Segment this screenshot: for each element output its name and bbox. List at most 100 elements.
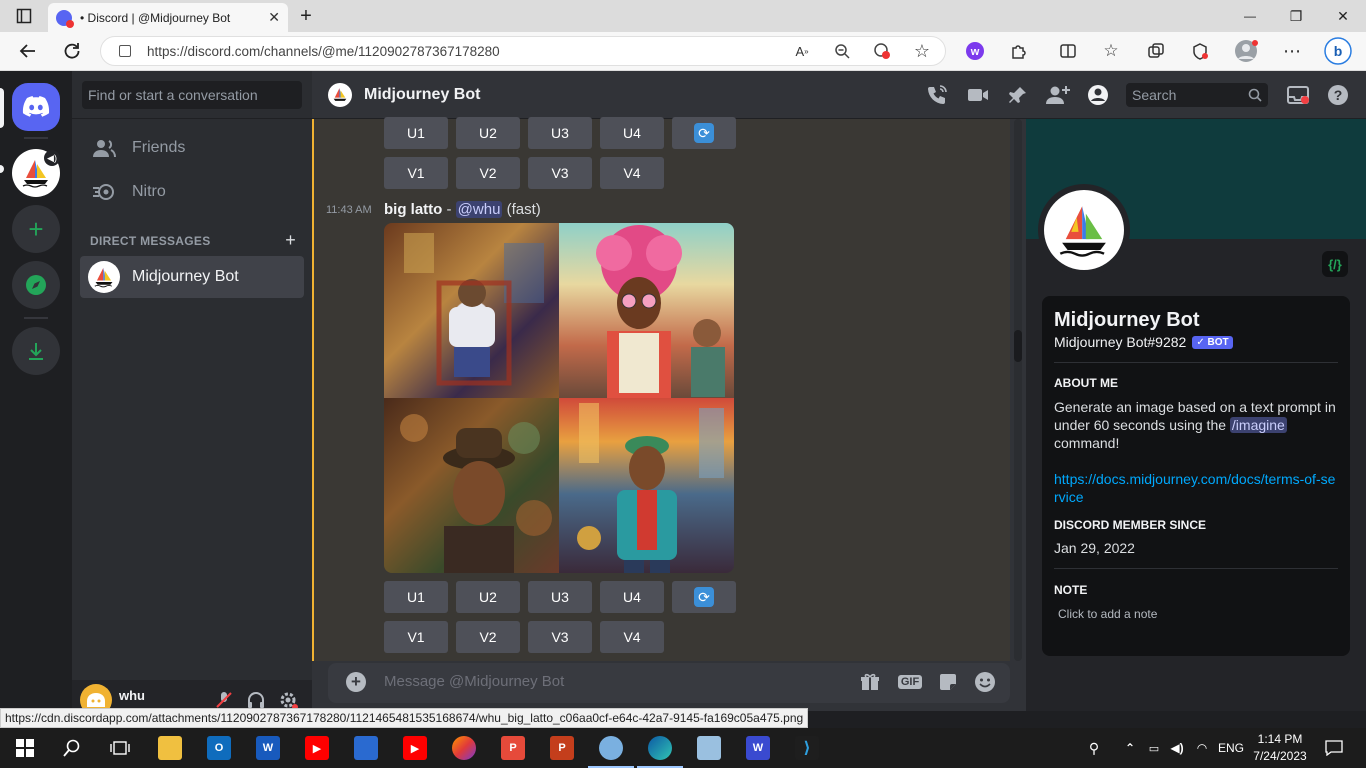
variation-button-4[interactable]: V4 <box>600 621 664 653</box>
profile-avatar-icon[interactable] <box>1234 39 1258 63</box>
upscale-button-1[interactable]: U1 <box>384 581 448 613</box>
clock[interactable]: 1:14 PM 7/24/2023 <box>1250 731 1310 765</box>
add-friends-to-dm-icon[interactable] <box>1046 83 1070 107</box>
vscode-icon[interactable]: ⟩ <box>795 736 819 760</box>
powerpoint-icon[interactable]: P <box>550 736 574 760</box>
mute-mic-icon[interactable] <box>214 690 234 710</box>
tracking-prevention-icon[interactable] <box>871 40 893 62</box>
refresh-icon[interactable] <box>61 40 83 62</box>
input-language[interactable]: ENG <box>1218 741 1244 755</box>
upscale-button-1[interactable]: U1 <box>384 117 448 149</box>
firefox-icon[interactable] <box>452 736 476 760</box>
more-options-icon[interactable]: ⋯ <box>1281 40 1303 62</box>
help-icon[interactable]: ? <box>1326 83 1350 107</box>
reroll-button[interactable]: ⟳ <box>672 581 736 613</box>
tab-actions-icon[interactable] <box>13 5 35 27</box>
paint-icon[interactable] <box>599 736 623 760</box>
headphones-icon[interactable] <box>246 690 266 710</box>
upscale-button-3[interactable]: U3 <box>528 117 592 149</box>
gift-icon[interactable] <box>858 670 882 694</box>
zoom-out-icon[interactable] <box>831 40 853 62</box>
find-conversation-input[interactable]: Find or start a conversation <box>82 81 302 109</box>
user-profile-toggle-icon[interactable] <box>1086 83 1110 107</box>
upscale-button-2[interactable]: U2 <box>456 117 520 149</box>
upscale-button-2[interactable]: U2 <box>456 581 520 613</box>
task-view-icon[interactable] <box>108 736 132 760</box>
sidebar-item-nitro[interactable]: Nitro <box>80 171 304 213</box>
favorite-star-icon[interactable]: ☆ <box>911 40 933 62</box>
outlook-icon[interactable]: O <box>207 736 231 760</box>
generated-image-1[interactable] <box>384 223 559 398</box>
message-input-placeholder[interactable]: Message @Midjourney Bot <box>384 673 564 690</box>
active-developer-badge[interactable]: {/} <box>1322 251 1348 277</box>
variation-button-2[interactable]: V2 <box>456 621 520 653</box>
youtube-icon[interactable]: ▶ <box>305 736 329 760</box>
wifi-icon[interactable]: ◠ <box>1190 736 1214 760</box>
new-tab-button[interactable]: + <box>296 5 316 27</box>
people-icon[interactable]: ⚲ <box>1082 736 1106 760</box>
browser-tab-discord[interactable]: • Discord | @Midjourney Bot ✕ <box>48 3 288 32</box>
create-dm-button[interactable]: + <box>285 231 296 249</box>
inbox-icon[interactable] <box>1286 83 1310 107</box>
split-screen-icon[interactable] <box>1057 40 1079 62</box>
variation-button-3[interactable]: V3 <box>528 157 592 189</box>
pinned-messages-icon[interactable] <box>1006 83 1030 107</box>
window-minimize-button[interactable]: — <box>1240 6 1260 26</box>
extension-w-icon[interactable]: w <box>964 40 986 62</box>
word-icon[interactable]: W <box>256 736 280 760</box>
sticker-icon[interactable] <box>936 670 960 694</box>
reroll-button[interactable]: ⟳ <box>672 117 736 149</box>
gif-button[interactable]: GIF <box>897 670 923 694</box>
generated-image-grid[interactable] <box>384 223 734 573</box>
download-apps-button[interactable] <box>12 327 60 375</box>
app-icon[interactable]: P <box>501 736 525 760</box>
volume-icon[interactable]: ◀) <box>1165 736 1189 760</box>
variation-button-1[interactable]: V1 <box>384 157 448 189</box>
windows-start-icon[interactable] <box>13 736 37 760</box>
app-icon[interactable] <box>697 736 721 760</box>
window-restore-button[interactable]: ❐ <box>1286 6 1306 26</box>
variation-button-2[interactable]: V2 <box>456 157 520 189</box>
emoji-icon[interactable] <box>973 670 997 694</box>
discord-home-button[interactable] <box>12 83 60 131</box>
variation-button-4[interactable]: V4 <box>600 157 664 189</box>
favorites-icon[interactable]: ☆ <box>1100 40 1122 62</box>
variation-button-1[interactable]: V1 <box>384 621 448 653</box>
chat-scrollbar[interactable] <box>1014 119 1022 661</box>
battery-icon[interactable]: ▭ <box>1142 736 1166 760</box>
read-aloud-icon[interactable]: A» <box>791 40 813 62</box>
generated-image-4[interactable] <box>559 398 734 573</box>
generated-image-3[interactable] <box>384 398 559 573</box>
upscale-button-3[interactable]: U3 <box>528 581 592 613</box>
edge-icon[interactable] <box>648 736 672 760</box>
bing-icon[interactable]: b <box>1324 37 1352 65</box>
chat-scrollbar-thumb[interactable] <box>1014 330 1022 362</box>
app-icon[interactable] <box>354 736 378 760</box>
user-settings-gear-icon[interactable] <box>278 690 298 710</box>
start-video-call-icon[interactable] <box>966 83 990 107</box>
sidebar-item-friends[interactable]: Friends <box>80 127 304 169</box>
extensions-puzzle-icon[interactable] <box>1008 40 1030 62</box>
performance-icon[interactable] <box>1189 40 1211 62</box>
notifications-icon[interactable] <box>1322 736 1346 760</box>
tab-close-button[interactable]: ✕ <box>268 9 280 26</box>
search-input[interactable]: Search <box>1126 83 1268 107</box>
terms-of-service-link[interactable]: https://docs.midjourney.com/docs/terms-o… <box>1054 470 1340 506</box>
dm-item-midjourney-bot[interactable]: Midjourney Bot <box>80 256 304 298</box>
upscale-button-4[interactable]: U4 <box>600 117 664 149</box>
user-mention[interactable]: @whu <box>455 201 503 218</box>
collections-icon[interactable] <box>1145 40 1167 62</box>
address-bar[interactable]: https://discord.com/channels/@me/1120902… <box>100 36 946 66</box>
generated-image-2[interactable] <box>559 223 734 398</box>
variation-button-3[interactable]: V3 <box>528 621 592 653</box>
add-server-button[interactable]: + <box>12 205 60 253</box>
start-voice-call-icon[interactable] <box>925 83 949 107</box>
upscale-button-4[interactable]: U4 <box>600 581 664 613</box>
window-close-button[interactable]: ✕ <box>1333 6 1353 26</box>
file-explorer-icon[interactable] <box>158 736 182 760</box>
show-hidden-icons-icon[interactable]: ⌃ <box>1118 736 1142 760</box>
back-arrow-icon[interactable] <box>17 40 39 62</box>
youtube-music-icon[interactable]: ▶ <box>403 736 427 760</box>
note-input[interactable]: Click to add a note <box>1058 607 1157 621</box>
taskbar-search-icon[interactable] <box>60 736 84 760</box>
